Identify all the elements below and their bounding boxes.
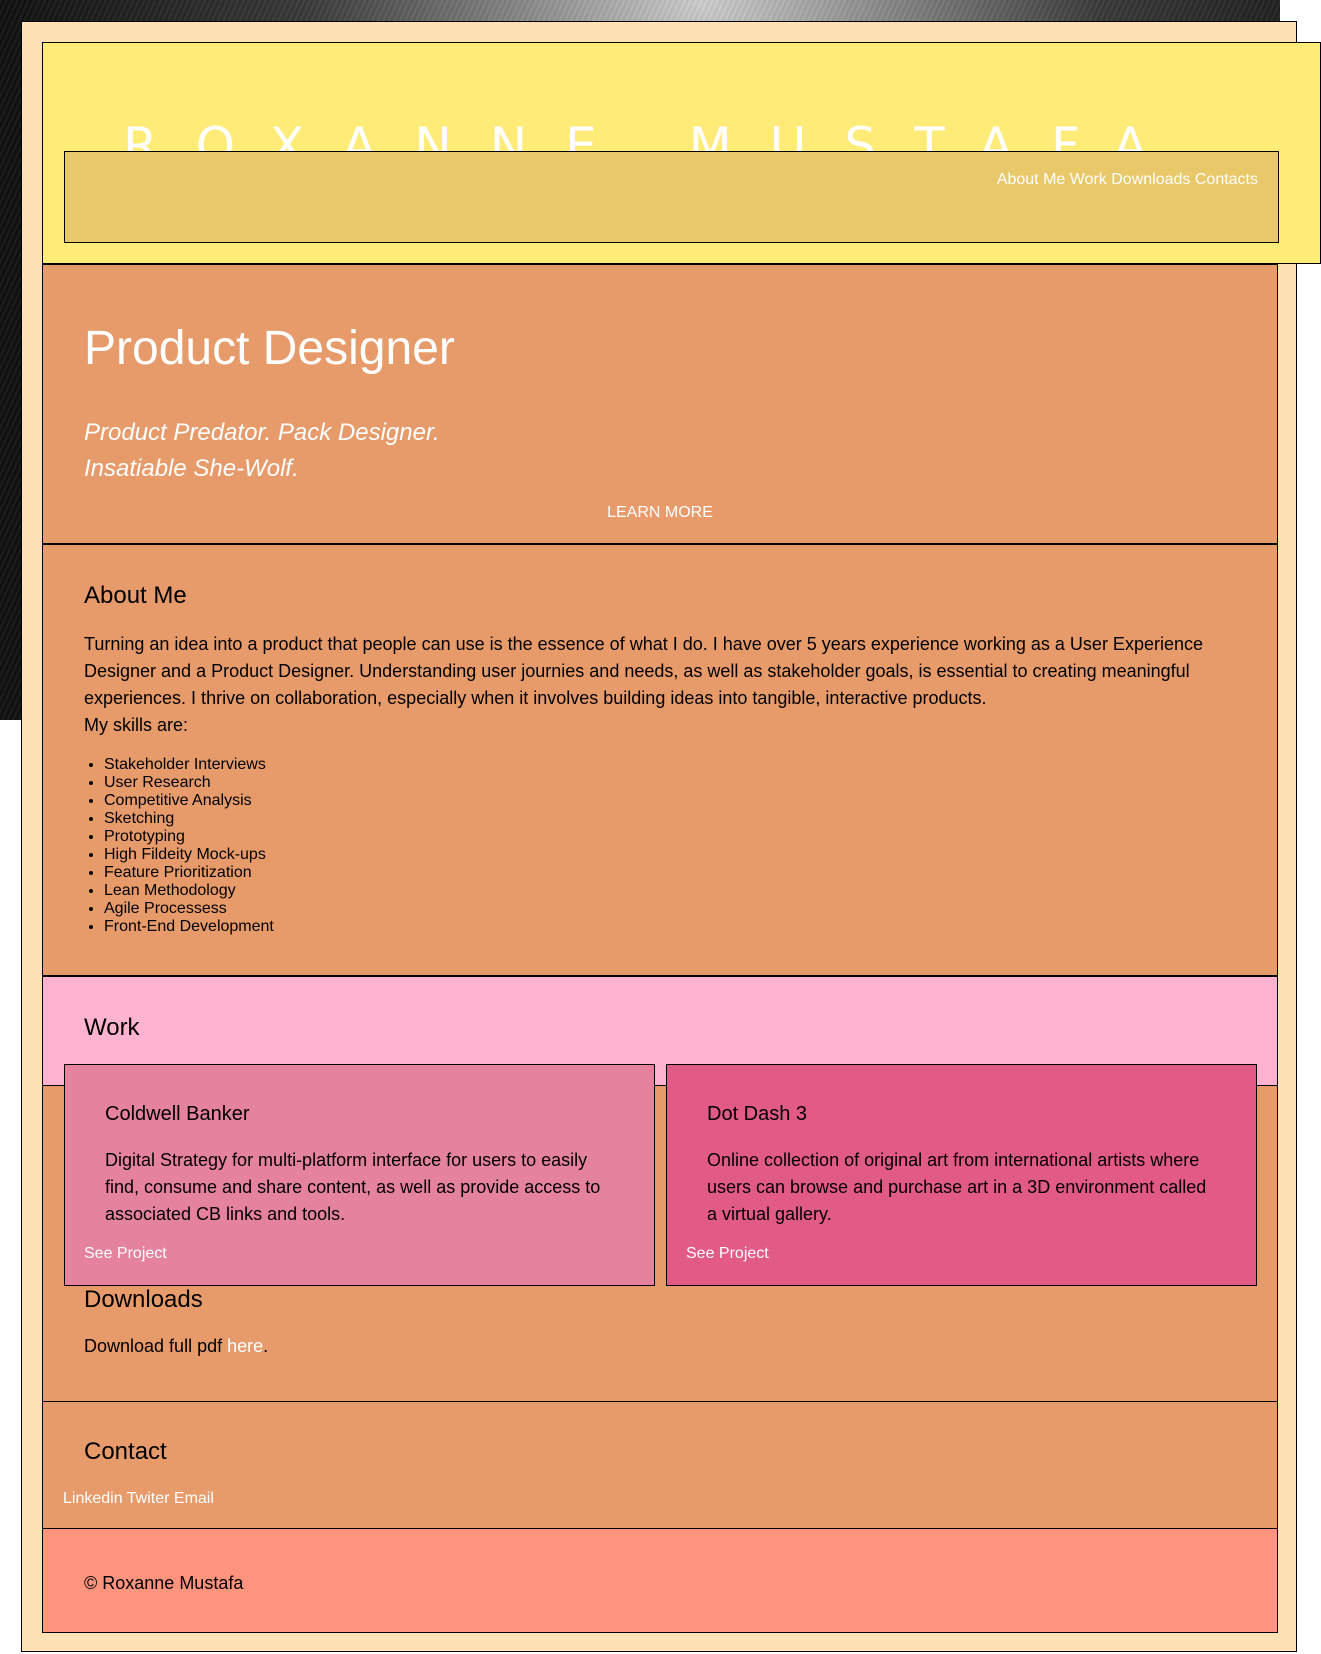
- skill-item: Prototyping: [104, 828, 274, 846]
- contact-links: Linkedin Twiter Email: [63, 1490, 214, 1508]
- linkedin-link[interactable]: Linkedin: [63, 1490, 123, 1507]
- work-heading: Work: [84, 1014, 140, 1041]
- copyright: © Roxanne Mustafa: [84, 1573, 244, 1593]
- skill-item: User Research: [104, 774, 274, 792]
- project-card-dot-dash-3: Dot Dash 3 Online collection of original…: [666, 1064, 1257, 1286]
- hero-section: Product Designer Product Predator. Pack …: [42, 264, 1278, 544]
- skill-item: Agile Processess: [104, 900, 274, 918]
- skill-item: Feature Prioritization: [104, 864, 274, 882]
- downloads-heading: Downloads: [84, 1286, 203, 1313]
- nav-links: About Me Work Downloads Contacts: [997, 171, 1258, 189]
- nav-work[interactable]: Work: [1070, 171, 1107, 188]
- skill-item: Competitive Analysis: [104, 792, 274, 810]
- about-paragraph: Turning an idea into a product that peop…: [84, 631, 1214, 739]
- hero-tagline: Product Predator. Pack Designer. Insatia…: [84, 415, 440, 487]
- project-description: Digital Strategy for multi-platform inte…: [105, 1150, 601, 1224]
- nav-about-me[interactable]: About Me: [997, 171, 1065, 188]
- site-footer: © Roxanne Mustafa: [42, 1528, 1278, 1633]
- download-pdf-link[interactable]: here: [227, 1336, 263, 1356]
- contact-heading: Contact: [84, 1438, 167, 1465]
- about-section: About Me Turning an idea into a product …: [42, 544, 1278, 976]
- see-project-link[interactable]: See Project: [84, 1245, 167, 1263]
- see-project-link[interactable]: See Project: [686, 1245, 769, 1263]
- email-link[interactable]: Email: [174, 1490, 214, 1507]
- skill-item: Sketching: [104, 810, 274, 828]
- project-description: Online collection of original art from i…: [707, 1150, 1207, 1224]
- about-heading: About Me: [84, 582, 187, 609]
- project-title: Dot Dash 3: [707, 1103, 808, 1125]
- project-card-coldwell-banker: Coldwell Banker Digital Strategy for mul…: [64, 1064, 655, 1286]
- skill-item: Lean Methodology: [104, 882, 274, 900]
- about-text: Turning an idea into a product that peop…: [84, 634, 1203, 708]
- downloads-label: Download full pdf: [84, 1336, 228, 1356]
- tagline-line-2: Insatiable She-Wolf.: [84, 455, 299, 482]
- project-title: Coldwell Banker: [105, 1103, 250, 1125]
- contact-section: Contact Linkedin Twiter Email: [42, 1401, 1278, 1529]
- downloads-text: Download full pdf here.: [84, 1336, 268, 1357]
- twitter-link[interactable]: Twiter: [127, 1490, 170, 1507]
- skill-item: High Fildeity Mock-ups: [104, 846, 274, 864]
- learn-more-button[interactable]: LEARN MORE: [43, 504, 1277, 522]
- tagline-line-1: Product Predator. Pack Designer.: [84, 419, 440, 446]
- hero-heading: Product Designer: [84, 322, 455, 375]
- skill-item: Stakeholder Interviews: [104, 756, 274, 774]
- skills-list: Stakeholder Interviews User Research Com…: [84, 756, 274, 936]
- downloads-suffix: .: [263, 1336, 269, 1356]
- nav-contacts[interactable]: Contacts: [1195, 171, 1258, 188]
- skills-intro: My skills are:: [84, 715, 189, 735]
- skill-item: Front-End Development: [104, 918, 274, 936]
- nav-downloads[interactable]: Downloads: [1111, 171, 1190, 188]
- nav-bar: About Me Work Downloads Contacts: [64, 151, 1279, 243]
